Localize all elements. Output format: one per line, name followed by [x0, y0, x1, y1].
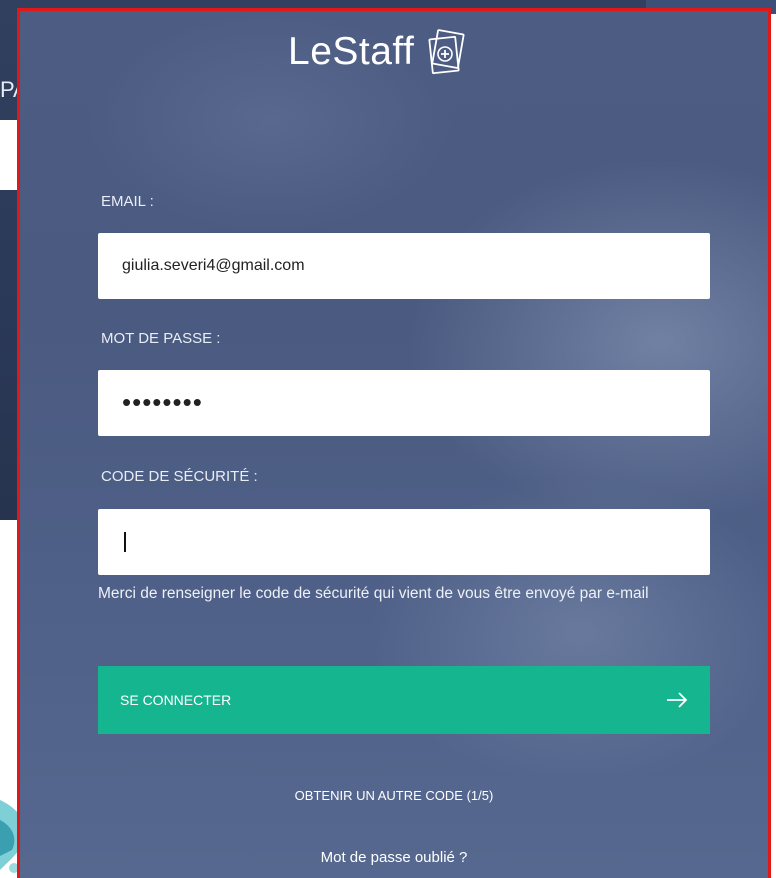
security-code-helper-text: Merci de renseigner le code de sécurité …	[98, 585, 649, 602]
password-label: MOT DE PASSE :	[101, 330, 221, 347]
login-button[interactable]: SE CONNECTER	[98, 666, 710, 734]
login-card: LeStaff EMAIL : giulia.severi4@gmail.com…	[17, 8, 771, 878]
forgot-password-link[interactable]: Mot de passe oublié ?	[20, 849, 768, 866]
security-code-label: CODE DE SÉCURITÉ :	[101, 468, 258, 485]
brand-logo: LeStaff	[288, 29, 466, 75]
email-value: giulia.severi4@gmail.com	[122, 257, 305, 274]
medical-card-plus-icon	[428, 29, 465, 75]
security-code-field[interactable]	[98, 509, 710, 575]
email-label: EMAIL :	[101, 193, 154, 210]
email-field[interactable]: giulia.severi4@gmail.com	[98, 233, 710, 299]
login-button-label: SE CONNECTER	[120, 692, 232, 708]
brand-name: LeStaff	[288, 30, 415, 73]
password-field[interactable]: ••••••••	[98, 370, 710, 436]
arrow-right-icon	[667, 692, 688, 708]
text-caret	[124, 532, 126, 552]
resend-code-link[interactable]: OBTENIR UN AUTRE CODE (1/5)	[20, 788, 768, 803]
password-value: ••••••••	[122, 387, 203, 417]
